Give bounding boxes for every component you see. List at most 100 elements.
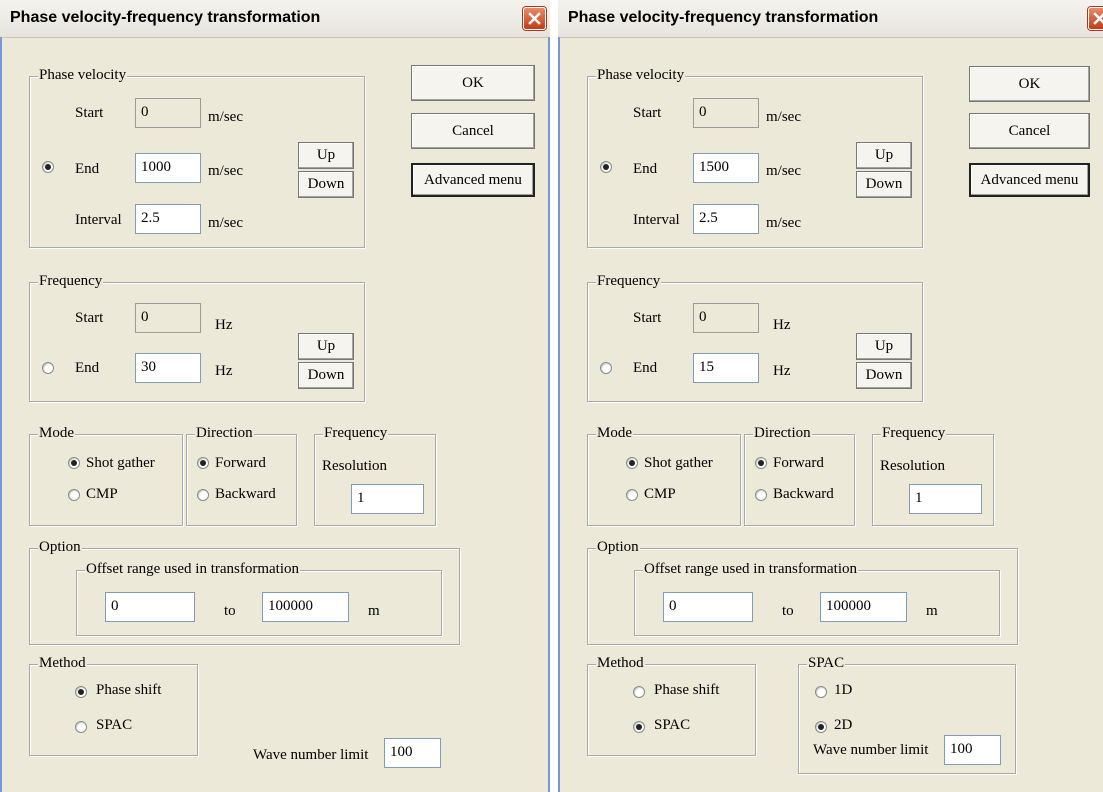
method-spac-radio[interactable]: [633, 721, 645, 733]
title-bar[interactable]: Phase velocity-frequency transformation: [558, 0, 1103, 38]
freq-end-unit: Hz: [215, 363, 233, 379]
method-spac-label: SPAC: [654, 717, 691, 733]
close-icon: [528, 12, 541, 25]
freq-start-label: Start: [75, 310, 104, 326]
pv-interval-label: Interval: [75, 212, 122, 228]
pv-start-field: 0: [135, 98, 201, 128]
ok-button[interactable]: OK: [411, 65, 535, 101]
mode-cmp-radio[interactable]: [626, 489, 638, 501]
direction-legend: Direction: [753, 425, 812, 442]
pv-down-button[interactable]: Down: [298, 171, 354, 198]
pv-down-button[interactable]: Down: [856, 171, 912, 198]
freq-start-field: 0: [693, 303, 759, 333]
freq-end-label: End: [633, 360, 658, 376]
ok-button[interactable]: OK: [969, 66, 1090, 102]
pv-end-field[interactable]: 1000: [135, 153, 201, 183]
frequency-legend: Frequency: [38, 273, 104, 290]
pv-interval-unit: m/sec: [766, 215, 801, 231]
freq-down-button[interactable]: Down: [298, 362, 354, 389]
right-dialog: Phase velocity-frequency transformation …: [558, 0, 1103, 792]
pv-end-radio[interactable]: [600, 161, 612, 173]
offset-from-field[interactable]: 0: [663, 592, 753, 622]
offset-from-field[interactable]: 0: [105, 592, 195, 622]
direction-forward-radio[interactable]: [197, 457, 209, 469]
direction-group: Direction: [186, 425, 297, 526]
pv-end-label: End: [75, 161, 100, 177]
pv-end-unit: m/sec: [766, 163, 801, 179]
freq-start-field: 0: [135, 303, 201, 333]
phase-velocity-legend: Phase velocity: [38, 67, 128, 84]
mode-shot-gather-radio[interactable]: [68, 457, 80, 469]
direction-forward-radio[interactable]: [755, 457, 767, 469]
spac-1d-label: 1D: [834, 682, 853, 698]
mode-cmp-radio[interactable]: [68, 489, 80, 501]
offset-unit-label: m: [926, 603, 938, 619]
close-button[interactable]: [523, 7, 546, 30]
cancel-button[interactable]: Cancel: [969, 113, 1090, 149]
option-legend: Option: [596, 539, 640, 556]
title-bar[interactable]: Phase velocity-frequency transformation: [0, 0, 550, 38]
mode-shot-gather-label: Shot gather: [644, 455, 713, 471]
offset-to-field[interactable]: 100000: [820, 592, 907, 622]
pv-start-unit: m/sec: [766, 109, 801, 125]
method-spac-radio[interactable]: [75, 721, 87, 733]
mode-shot-gather-label: Shot gather: [86, 455, 155, 471]
advanced-menu-button[interactable]: Advanced menu: [411, 163, 535, 197]
pv-end-label: End: [633, 161, 658, 177]
pv-start-label: Start: [633, 105, 662, 121]
freq-start-unit: Hz: [215, 317, 233, 333]
method-group: Method: [29, 655, 198, 756]
method-spac-label: SPAC: [96, 717, 133, 733]
method-phase-shift-radio[interactable]: [75, 686, 87, 698]
pv-start-unit: m/sec: [208, 109, 243, 125]
cancel-button[interactable]: Cancel: [411, 113, 535, 149]
spac-1d-radio[interactable]: [815, 686, 827, 698]
direction-backward-radio[interactable]: [755, 489, 767, 501]
freq-end-radio[interactable]: [42, 362, 54, 374]
phase-velocity-legend: Phase velocity: [596, 67, 686, 84]
freq-start-label: Start: [633, 310, 662, 326]
pv-interval-field[interactable]: 2.5: [693, 204, 759, 234]
freq-start-unit: Hz: [773, 317, 791, 333]
freq-end-radio[interactable]: [600, 362, 612, 374]
resolution-label: Resolution: [880, 458, 946, 474]
wave-number-limit-field[interactable]: 100: [384, 738, 441, 768]
frequency-resolution-legend: Frequency: [323, 425, 389, 442]
mode-legend: Mode: [596, 425, 633, 442]
pv-interval-label: Interval: [633, 212, 680, 228]
pv-end-field[interactable]: 1500: [693, 153, 759, 183]
pv-interval-field[interactable]: 2.5: [135, 204, 201, 234]
method-legend: Method: [596, 655, 645, 672]
mode-shot-gather-radio[interactable]: [626, 457, 638, 469]
method-legend: Method: [38, 655, 87, 672]
dialog-title: Phase velocity-frequency transformation: [568, 9, 879, 26]
offset-unit-label: m: [368, 603, 380, 619]
resolution-field[interactable]: 1: [351, 484, 424, 514]
freq-end-field[interactable]: 15: [693, 353, 759, 383]
spac-2d-radio[interactable]: [815, 721, 827, 733]
advanced-menu-button[interactable]: Advanced menu: [969, 163, 1090, 197]
wave-number-limit-field[interactable]: 100: [944, 735, 1001, 765]
mode-cmp-label: CMP: [644, 486, 676, 502]
freq-up-button[interactable]: Up: [298, 333, 354, 360]
resolution-field[interactable]: 1: [909, 484, 982, 514]
pv-up-button[interactable]: Up: [298, 142, 354, 169]
freq-up-button[interactable]: Up: [856, 333, 912, 360]
freq-down-button[interactable]: Down: [856, 362, 912, 389]
wave-number-limit-label: Wave number limit: [813, 742, 929, 758]
mode-group: Mode: [587, 425, 741, 526]
method-phase-shift-radio[interactable]: [633, 686, 645, 698]
direction-backward-radio[interactable]: [197, 489, 209, 501]
offset-to-field[interactable]: 100000: [262, 592, 349, 622]
method-group: Method: [587, 655, 756, 756]
option-legend: Option: [38, 539, 82, 556]
direction-backward-label: Backward: [215, 486, 276, 502]
freq-end-field[interactable]: 30: [135, 353, 201, 383]
left-dialog: Phase velocity-frequency transformation …: [0, 0, 550, 792]
pv-end-radio[interactable]: [42, 161, 54, 173]
offset-range-legend: Offset range used in transformation: [85, 561, 300, 578]
close-button[interactable]: [1088, 7, 1103, 30]
window-border: [548, 37, 550, 792]
pv-up-button[interactable]: Up: [856, 142, 912, 169]
freq-end-unit: Hz: [773, 363, 791, 379]
